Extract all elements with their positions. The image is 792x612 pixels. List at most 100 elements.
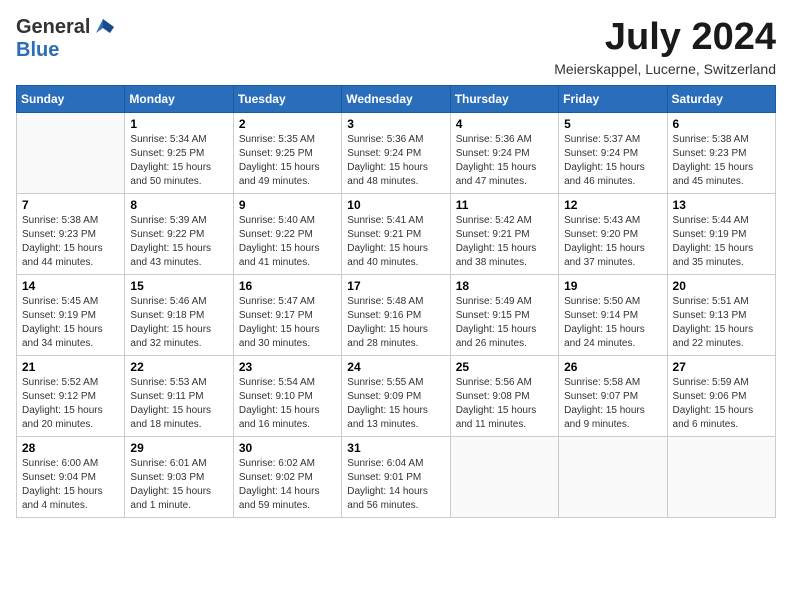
day-number: 31	[347, 441, 444, 455]
day-info: Sunrise: 5:55 AMSunset: 9:09 PMDaylight:…	[347, 376, 444, 432]
day-number: 19	[564, 279, 661, 293]
calendar-header: Sunday Monday Tuesday Wednesday Thursday…	[17, 86, 776, 113]
day-number: 1	[130, 117, 227, 131]
day-info: Sunrise: 5:42 AMSunset: 9:21 PMDaylight:…	[456, 214, 553, 270]
calendar-cell: 17Sunrise: 5:48 AMSunset: 9:16 PMDayligh…	[342, 275, 450, 356]
day-number: 6	[673, 117, 770, 131]
calendar-cell: 16 Sunrise: 5:47 AMSunset: 9:17 PMDayligh…	[233, 275, 341, 356]
calendar-cell: 21Sunrise: 5:52 AMSunset: 9:12 PMDayligh…	[17, 356, 125, 437]
calendar-cell: 23 Sunrise: 5:54 AMSunset: 9:10 PMDayligh…	[233, 356, 341, 437]
day-info: Sunrise: 5:56 AMSunset: 9:08 PMDaylight:…	[456, 376, 553, 432]
calendar-cell: 11 Sunrise: 5:42 AMSunset: 9:21 PMDayligh…	[450, 194, 558, 275]
weekday-wednesday: Wednesday	[342, 86, 450, 113]
calendar-cell: 1 Sunrise: 5:34 AMSunset: 9:25 PMDaylight…	[125, 113, 233, 194]
calendar-cell	[559, 437, 667, 518]
calendar-cell: 6 Sunrise: 5:38 AMSunset: 9:23 PMDaylight…	[667, 113, 775, 194]
day-info: Sunrise: 5:47 AMSunset: 9:17 PMDaylight:…	[239, 295, 336, 351]
day-info: Sunrise: 5:36 AMSunset: 9:24 PMDaylight:…	[347, 133, 444, 189]
calendar-cell: 3 Sunrise: 5:36 AMSunset: 9:24 PMDaylight…	[342, 113, 450, 194]
day-number: 20	[673, 279, 770, 293]
calendar-cell: 22 Sunrise: 5:53 AMSunset: 9:11 PMDayligh…	[125, 356, 233, 437]
calendar-body: 1 Sunrise: 5:34 AMSunset: 9:25 PMDaylight…	[17, 113, 776, 518]
day-number: 29	[130, 441, 227, 455]
day-number: 24	[347, 360, 444, 374]
calendar-cell: 13Sunrise: 5:44 AMSunset: 9:19 PMDayligh…	[667, 194, 775, 275]
day-number: 8	[130, 198, 227, 212]
day-info: Sunrise: 5:48 AMSunset: 9:16 PMDaylight:…	[347, 295, 444, 351]
day-number: 13	[673, 198, 770, 212]
calendar-cell: 14Sunrise: 5:45 AMSunset: 9:19 PMDayligh…	[17, 275, 125, 356]
calendar-cell: 18Sunrise: 5:49 AMSunset: 9:15 PMDayligh…	[450, 275, 558, 356]
location-text: Meierskappel, Lucerne, Switzerland	[554, 61, 776, 77]
day-info: Sunrise: 5:39 AMSunset: 9:22 PMDaylight:…	[130, 214, 227, 270]
logo-bird-icon	[92, 17, 114, 35]
day-number: 3	[347, 117, 444, 131]
day-number: 18	[456, 279, 553, 293]
logo-general-text: General	[16, 16, 90, 39]
day-number: 27	[673, 360, 770, 374]
calendar-cell: 20 Sunrise: 5:51 AMSunset: 9:13 PMDayligh…	[667, 275, 775, 356]
calendar-cell: 26 Sunrise: 5:58 AMSunset: 9:07 PMDayligh…	[559, 356, 667, 437]
calendar-cell: 5Sunrise: 5:37 AMSunset: 9:24 PMDaylight…	[559, 113, 667, 194]
day-info: Sunrise: 6:02 AMSunset: 9:02 PMDaylight:…	[239, 457, 336, 513]
calendar-cell: 10Sunrise: 5:41 AMSunset: 9:21 PMDayligh…	[342, 194, 450, 275]
calendar-table: Sunday Monday Tuesday Wednesday Thursday…	[16, 85, 776, 518]
day-number: 16	[239, 279, 336, 293]
weekday-thursday: Thursday	[450, 86, 558, 113]
calendar-cell: 31Sunrise: 6:04 AMSunset: 9:01 PMDayligh…	[342, 437, 450, 518]
calendar-cell	[667, 437, 775, 518]
day-info: Sunrise: 5:50 AMSunset: 9:14 PMDaylight:…	[564, 295, 661, 351]
day-number: 22	[130, 360, 227, 374]
calendar-cell: 7 Sunrise: 5:38 AMSunset: 9:23 PMDaylight…	[17, 194, 125, 275]
day-info: Sunrise: 5:37 AMSunset: 9:24 PMDaylight:…	[564, 133, 661, 189]
calendar-cell: 28 Sunrise: 6:00 AMSunset: 9:04 PMDayligh…	[17, 437, 125, 518]
title-area: July 2024 Meierskappel, Lucerne, Switzer…	[554, 16, 776, 77]
weekday-monday: Monday	[125, 86, 233, 113]
logo-blue-text: Blue	[16, 39, 59, 61]
day-number: 30	[239, 441, 336, 455]
day-number: 10	[347, 198, 444, 212]
calendar-cell	[17, 113, 125, 194]
day-info: Sunrise: 6:00 AMSunset: 9:04 PMDaylight:…	[22, 457, 119, 513]
day-info: Sunrise: 5:38 AMSunset: 9:23 PMDaylight:…	[22, 214, 119, 270]
day-number: 11	[456, 198, 553, 212]
calendar-cell: 4Sunrise: 5:36 AMSunset: 9:24 PMDaylight…	[450, 113, 558, 194]
day-info: Sunrise: 5:45 AMSunset: 9:19 PMDaylight:…	[22, 295, 119, 351]
day-info: Sunrise: 5:59 AMSunset: 9:06 PMDaylight:…	[673, 376, 770, 432]
day-info: Sunrise: 5:35 AMSunset: 9:25 PMDaylight:…	[239, 133, 336, 189]
weekday-friday: Friday	[559, 86, 667, 113]
day-info: Sunrise: 5:36 AMSunset: 9:24 PMDaylight:…	[456, 133, 553, 189]
day-number: 15	[130, 279, 227, 293]
calendar-cell: 27 Sunrise: 5:59 AMSunset: 9:06 PMDayligh…	[667, 356, 775, 437]
calendar-cell: 30 Sunrise: 6:02 AMSunset: 9:02 PMDayligh…	[233, 437, 341, 518]
logo: General Blue	[16, 16, 114, 62]
day-number: 26	[564, 360, 661, 374]
day-info: Sunrise: 5:52 AMSunset: 9:12 PMDaylight:…	[22, 376, 119, 432]
day-number: 28	[22, 441, 119, 455]
day-info: Sunrise: 5:46 AMSunset: 9:18 PMDaylight:…	[130, 295, 227, 351]
day-info: Sunrise: 5:38 AMSunset: 9:23 PMDaylight:…	[673, 133, 770, 189]
day-info: Sunrise: 5:43 AMSunset: 9:20 PMDaylight:…	[564, 214, 661, 270]
day-number: 9	[239, 198, 336, 212]
calendar-cell: 19 Sunrise: 5:50 AMSunset: 9:14 PMDayligh…	[559, 275, 667, 356]
day-info: Sunrise: 5:58 AMSunset: 9:07 PMDaylight:…	[564, 376, 661, 432]
month-title: July 2024	[554, 16, 776, 59]
calendar-cell: 12 Sunrise: 5:43 AMSunset: 9:20 PMDayligh…	[559, 194, 667, 275]
day-info: Sunrise: 5:40 AMSunset: 9:22 PMDaylight:…	[239, 214, 336, 270]
calendar-cell: 24 Sunrise: 5:55 AMSunset: 9:09 PMDayligh…	[342, 356, 450, 437]
calendar-cell: 2 Sunrise: 5:35 AMSunset: 9:25 PMDaylight…	[233, 113, 341, 194]
day-number: 7	[22, 198, 119, 212]
day-number: 12	[564, 198, 661, 212]
day-info: Sunrise: 5:53 AMSunset: 9:11 PMDaylight:…	[130, 376, 227, 432]
day-info: Sunrise: 5:54 AMSunset: 9:10 PMDaylight:…	[239, 376, 336, 432]
weekday-saturday: Saturday	[667, 86, 775, 113]
calendar-cell: 8 Sunrise: 5:39 AMSunset: 9:22 PMDaylight…	[125, 194, 233, 275]
day-number: 25	[456, 360, 553, 374]
calendar-cell: 9 Sunrise: 5:40 AMSunset: 9:22 PMDaylight…	[233, 194, 341, 275]
day-info: Sunrise: 5:34 AMSunset: 9:25 PMDaylight:…	[130, 133, 227, 189]
day-number: 23	[239, 360, 336, 374]
page-header: General Blue July 2024 Meierskappel, Luc…	[16, 16, 776, 77]
day-info: Sunrise: 5:51 AMSunset: 9:13 PMDaylight:…	[673, 295, 770, 351]
day-number: 2	[239, 117, 336, 131]
day-info: Sunrise: 6:01 AMSunset: 9:03 PMDaylight:…	[130, 457, 227, 513]
